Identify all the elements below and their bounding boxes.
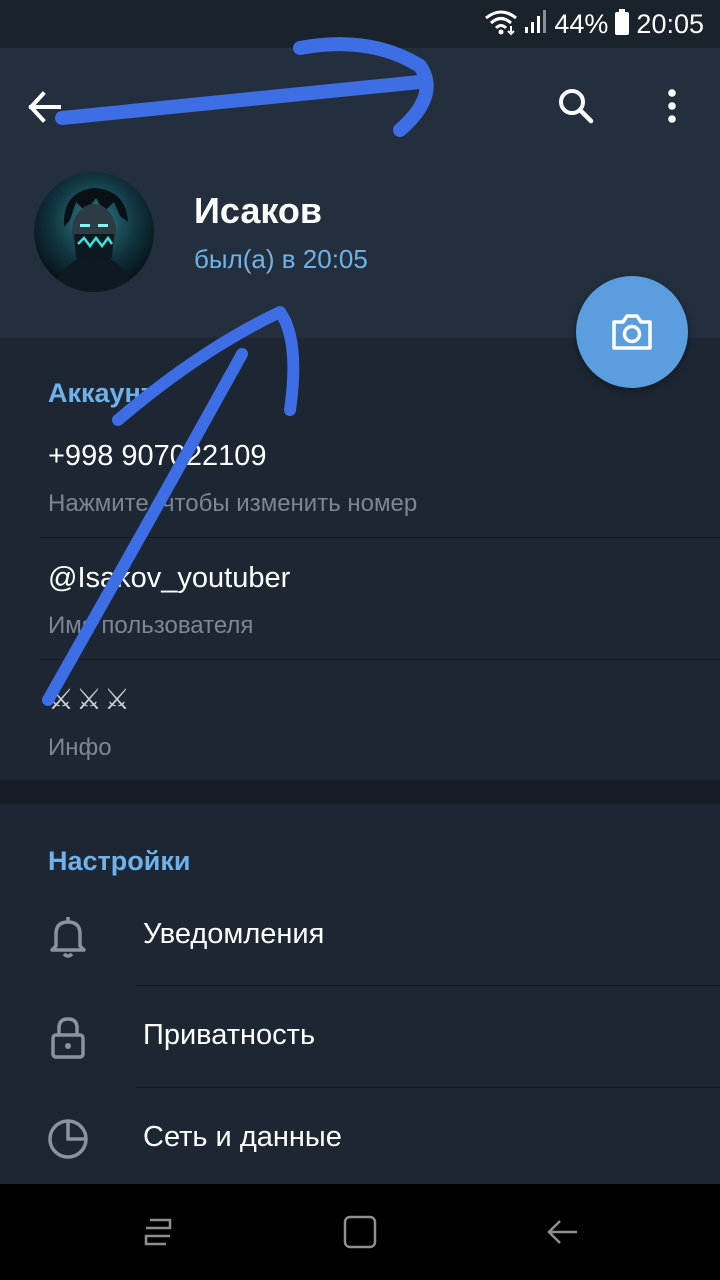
settings-section-title: Настройки (48, 846, 191, 876)
lock-icon (51, 1017, 85, 1059)
arrow-left-icon (28, 91, 61, 123)
avatar[interactable] (34, 172, 154, 292)
bio-hint: Инфо (48, 734, 112, 761)
divider (136, 985, 720, 986)
settings-item-data[interactable]: Сеть и данные (0, 1089, 720, 1189)
settings-section: Настройки Уведомления Приватность Сеть и… (0, 804, 720, 1184)
status-indicators: 44% 20:05 (484, 0, 704, 48)
more-options-button[interactable] (648, 80, 696, 132)
avatar-image (34, 172, 154, 292)
battery-percent: 44% (554, 8, 609, 39)
system-nav-bar (0, 1184, 720, 1280)
search-icon (559, 89, 594, 124)
clock-pie-icon (48, 1119, 88, 1159)
home-icon (343, 1215, 377, 1249)
recent-apps-button[interactable] (132, 1206, 184, 1258)
divider (40, 537, 720, 538)
divider (136, 1087, 720, 1088)
status-bar: 44% 20:05 (0, 0, 720, 48)
divider (40, 659, 720, 660)
settings-item-label: Сеть и данные (143, 1121, 342, 1153)
recent-apps-icon (144, 1218, 172, 1246)
phone-number: +998 907022109 (48, 440, 267, 472)
set-photo-button[interactable] (576, 276, 688, 388)
bio-text: ⚔⚔⚔ (48, 684, 132, 716)
back-icon (547, 1220, 577, 1244)
section-separator (0, 780, 720, 804)
profile-name: Исаков (194, 190, 323, 231)
camera-icon (612, 314, 652, 350)
account-section-title: Аккаунт (48, 378, 155, 408)
username-hint: Имя пользователя (48, 612, 254, 639)
account-section: Аккаунт +998 907022109 Нажмите, чтобы из… (0, 338, 720, 780)
settings-item-notifications[interactable]: Уведомления (0, 886, 720, 986)
wifi-icon (484, 8, 518, 41)
settings-item-privacy[interactable]: Приватность (0, 987, 720, 1087)
bell-icon (50, 917, 86, 958)
username: @Isakov_youtuber (48, 562, 291, 594)
search-button[interactable] (550, 80, 602, 132)
settings-item-label: Приватность (143, 1019, 316, 1051)
system-back-button[interactable] (536, 1206, 588, 1258)
more-vertical-icon (668, 89, 676, 123)
battery-icon (614, 8, 630, 41)
signal-icon (524, 9, 548, 40)
phone-hint: Нажмите, чтобы изменить номер (48, 490, 418, 517)
home-button[interactable] (334, 1206, 386, 1258)
settings-item-label: Уведомления (143, 918, 325, 950)
last-seen-status: был(а) в 20:05 (194, 244, 368, 274)
back-button[interactable] (20, 82, 70, 132)
clock-time: 20:05 (636, 8, 704, 39)
